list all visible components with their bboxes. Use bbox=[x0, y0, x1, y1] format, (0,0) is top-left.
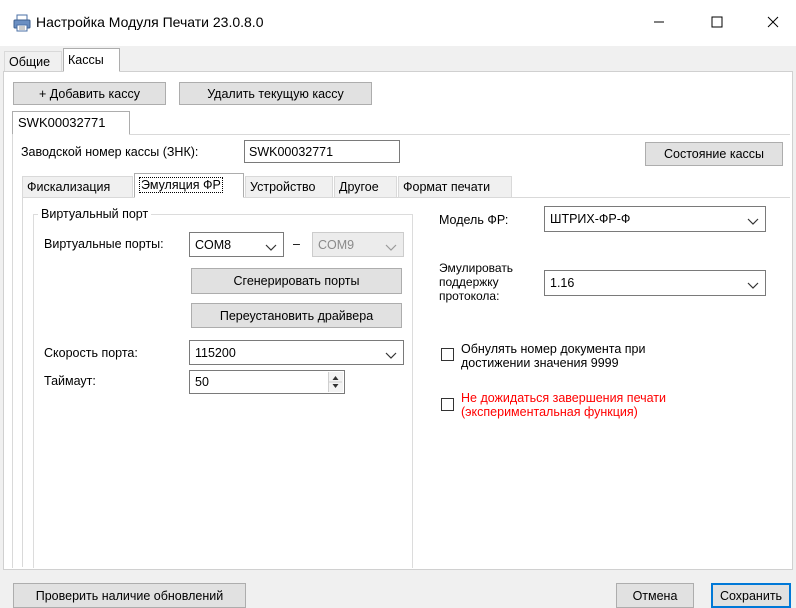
reinstall-drivers-button[interactable]: Переустановить драйвера bbox=[191, 303, 402, 328]
virtual-port-2-select: COM9 bbox=[312, 232, 404, 257]
close-button[interactable] bbox=[750, 0, 796, 46]
save-button[interactable]: Сохранить bbox=[711, 583, 791, 608]
add-register-button[interactable]: + Добавить кассу bbox=[13, 82, 166, 105]
chevron-down-icon bbox=[385, 349, 397, 359]
port-speed-select[interactable]: 115200 bbox=[189, 340, 404, 365]
tab-print-format[interactable]: Формат печати bbox=[398, 176, 512, 197]
spin-arrows-icon[interactable] bbox=[328, 372, 343, 392]
tab-fr-emulation[interactable]: Эмуляция ФР bbox=[134, 173, 244, 198]
virtual-port-1-select[interactable]: COM8 bbox=[189, 232, 284, 257]
tab-register-swk[interactable]: SWK00032771 bbox=[12, 111, 130, 135]
no-wait-print-checkbox[interactable] bbox=[441, 398, 454, 411]
window-title: Настройка Модуля Печати 23.0.8.0 bbox=[36, 14, 264, 30]
port-speed-label: Скорость порта: bbox=[44, 346, 138, 360]
protocol-select[interactable]: 1.16 bbox=[544, 270, 766, 296]
register-status-button[interactable]: Состояние кассы bbox=[645, 142, 783, 166]
tab-device[interactable]: Устройство bbox=[245, 176, 333, 197]
title-bar: Настройка Модуля Печати 23.0.8.0 bbox=[0, 0, 796, 46]
virtual-ports-label: Виртуальные порты: bbox=[44, 237, 164, 251]
model-select[interactable]: ШТРИХ-ФР-Ф bbox=[544, 206, 766, 232]
tab-fiscalization[interactable]: Фискализация bbox=[22, 176, 133, 197]
serial-label: Заводской номер кассы (ЗНК): bbox=[21, 145, 199, 159]
minimize-icon bbox=[653, 16, 665, 31]
reset-doc-number-checkbox[interactable] bbox=[441, 348, 454, 361]
cancel-button[interactable]: Отмена bbox=[616, 583, 694, 608]
generate-ports-button[interactable]: Сгенерировать порты bbox=[191, 268, 402, 294]
maximize-icon bbox=[711, 16, 723, 31]
chevron-down-icon bbox=[747, 279, 759, 289]
timeout-stepper[interactable]: 50 bbox=[189, 370, 345, 394]
reset-doc-number-label: Обнулять номер документа при достижении … bbox=[461, 342, 646, 370]
maximize-button[interactable] bbox=[694, 0, 740, 46]
tab-other[interactable]: Другое bbox=[334, 176, 397, 197]
model-label: Модель ФР: bbox=[439, 213, 509, 227]
no-wait-print-label: Не дожидаться завершения печати (экспери… bbox=[461, 391, 666, 419]
tab-registers[interactable]: Кассы bbox=[63, 48, 120, 72]
chevron-down-icon bbox=[385, 241, 397, 251]
serial-input[interactable] bbox=[244, 140, 400, 163]
tab-general[interactable]: Общие bbox=[4, 51, 62, 72]
close-icon bbox=[767, 16, 779, 31]
delete-register-button[interactable]: Удалить текущую кассу bbox=[179, 82, 372, 105]
minimize-button[interactable] bbox=[636, 0, 682, 46]
virtual-port-group-title: Виртуальный порт bbox=[38, 207, 152, 221]
ports-separator: – bbox=[293, 237, 300, 251]
timeout-label: Таймаут: bbox=[44, 374, 96, 388]
printer-icon bbox=[13, 14, 31, 32]
chevron-down-icon bbox=[265, 241, 277, 251]
chevron-down-icon bbox=[747, 215, 759, 225]
protocol-label: Эмулировать поддержку протокола: bbox=[439, 261, 514, 303]
check-updates-button[interactable]: Проверить наличие обновлений bbox=[13, 583, 246, 608]
